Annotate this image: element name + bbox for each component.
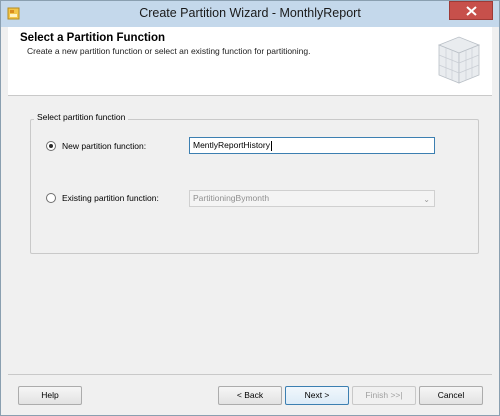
existing-function-select[interactable]: PartitioningBymonth ⌄ <box>189 190 435 207</box>
new-function-name-value: MentlyReportHistory <box>193 140 270 150</box>
cancel-button[interactable]: Cancel <box>419 386 483 405</box>
group-legend: Select partition function <box>34 112 129 122</box>
wizard-header: Select a Partition Function Create a new… <box>8 27 492 96</box>
window-title: Create Partition Wizard - MonthlyReport <box>139 6 361 20</box>
existing-function-radio[interactable] <box>46 193 56 203</box>
wizard-footer: Help < Back Next > Finish >>| Cancel <box>1 375 499 416</box>
existing-function-value: PartitioningBymonth <box>193 193 270 203</box>
title-bar[interactable]: Create Partition Wizard - MonthlyReport <box>1 1 499 27</box>
new-function-label[interactable]: New partition function: <box>62 141 146 151</box>
finish-button[interactable]: Finish >>| <box>352 386 416 405</box>
new-function-name-input[interactable]: MentlyReportHistory <box>189 137 435 154</box>
partition-cube-icon <box>437 36 481 84</box>
close-button[interactable] <box>449 1 493 20</box>
close-icon <box>466 6 477 16</box>
chevron-down-icon: ⌄ <box>423 195 430 204</box>
help-button[interactable]: Help <box>18 386 82 405</box>
back-button[interactable]: < Back <box>218 386 282 405</box>
existing-function-label[interactable]: Existing partition function: <box>62 193 159 203</box>
text-caret <box>271 140 272 151</box>
next-button[interactable]: Next > <box>285 386 349 405</box>
page-subtitle: Create a new partition function or selec… <box>27 46 311 56</box>
page-title: Select a Partition Function <box>20 32 166 44</box>
wizard-window: Create Partition Wizard - MonthlyReport … <box>0 0 500 416</box>
new-function-radio[interactable] <box>46 141 56 151</box>
